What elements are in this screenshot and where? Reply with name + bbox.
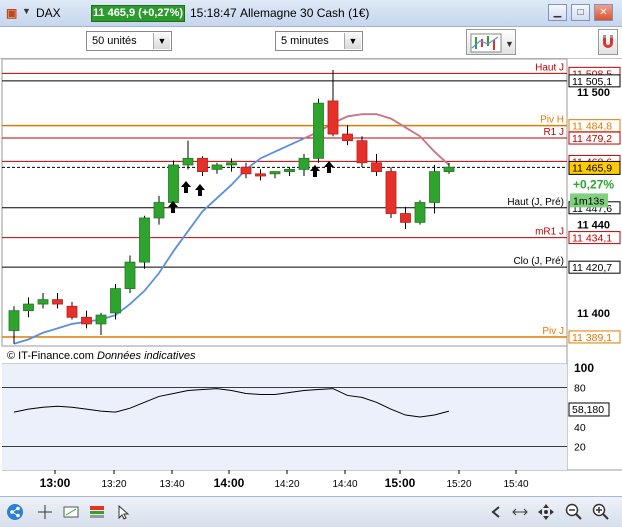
candle-body[interactable] bbox=[95, 314, 107, 325]
time-tick-label: 13:00 bbox=[40, 476, 71, 490]
level-value: 11 505,1 bbox=[572, 76, 612, 88]
candle-body[interactable] bbox=[139, 217, 150, 263]
candle-body[interactable] bbox=[124, 261, 136, 290]
time-tick-label: 15:20 bbox=[446, 479, 471, 490]
level-label: Haut J bbox=[535, 62, 564, 73]
candle-body[interactable] bbox=[414, 202, 426, 223]
candle-body[interactable] bbox=[8, 310, 20, 331]
share-icon[interactable] bbox=[6, 503, 24, 521]
level-value: 11 389,1 bbox=[572, 332, 612, 344]
oscillator-tick-label: 20 bbox=[574, 441, 586, 453]
level-label: mR1 J bbox=[535, 227, 564, 238]
level-value: 11 479,2 bbox=[572, 133, 612, 145]
candle-body[interactable] bbox=[153, 202, 165, 219]
candle-body[interactable] bbox=[226, 162, 237, 166]
level-value: 11 434,1 bbox=[572, 233, 612, 245]
oscillator-tick-label: 100 bbox=[574, 361, 594, 375]
level-value: 11 484,8 bbox=[572, 121, 612, 133]
level-label: Clo (J, Pré) bbox=[513, 256, 564, 267]
candle-body[interactable] bbox=[197, 157, 208, 172]
candle-body[interactable] bbox=[385, 171, 397, 214]
candle-body[interactable] bbox=[81, 316, 92, 325]
layout-icon[interactable] bbox=[88, 503, 106, 521]
scroll-left-icon[interactable] bbox=[487, 503, 505, 521]
watermark: © IT-Finance.com bbox=[7, 350, 94, 362]
time-tick-label: 14:40 bbox=[332, 479, 357, 490]
candle-body[interactable] bbox=[327, 100, 339, 135]
zoom-out-icon[interactable] bbox=[565, 503, 583, 521]
time-tick-label: 13:40 bbox=[159, 479, 184, 490]
level-label: Haut (J, Pré) bbox=[507, 197, 564, 208]
price-tick-label: 11 440 bbox=[577, 220, 610, 232]
candle-body[interactable] bbox=[23, 303, 34, 312]
price-tick-label: 11 500 bbox=[577, 87, 610, 99]
change-pct: +0,27% bbox=[573, 177, 614, 191]
candle-body[interactable] bbox=[429, 171, 440, 203]
candle-body[interactable] bbox=[371, 162, 382, 172]
price-chart[interactable]: 11 508,511 505,111 484,811 479,211 468,6… bbox=[0, 0, 622, 496]
time-tick-label: 14:00 bbox=[214, 476, 245, 490]
oscillator-tick-label: 80 bbox=[574, 383, 586, 395]
time-tick-label: 15:40 bbox=[503, 479, 528, 490]
candle-body[interactable] bbox=[443, 166, 455, 172]
status-bar bbox=[0, 496, 622, 527]
level-label: Piv H bbox=[540, 115, 564, 126]
candle-body[interactable] bbox=[66, 305, 78, 318]
candle-body[interactable] bbox=[110, 288, 121, 314]
candle-body[interactable] bbox=[240, 166, 252, 175]
candle-body[interactable] bbox=[52, 299, 63, 305]
oscillator-value: 58,180 bbox=[572, 404, 604, 416]
candle-body[interactable] bbox=[182, 157, 194, 166]
price-pane[interactable] bbox=[1, 58, 568, 347]
candle-body[interactable] bbox=[298, 157, 310, 170]
time-tick-label: 13:20 bbox=[101, 479, 126, 490]
price-tick-label: 11 400 bbox=[577, 308, 610, 320]
oscillator-tick-label: 40 bbox=[574, 422, 586, 434]
drawing-tools-icon[interactable] bbox=[62, 503, 80, 521]
pan-icon[interactable] bbox=[537, 503, 555, 521]
time-tick-label: 14:20 bbox=[274, 479, 299, 490]
candle-body[interactable] bbox=[400, 213, 411, 223]
zoom-in-icon[interactable] bbox=[592, 503, 610, 521]
cursor-icon[interactable] bbox=[114, 503, 132, 521]
zoom-fit-icon[interactable] bbox=[511, 503, 529, 521]
candle-body[interactable] bbox=[255, 173, 266, 177]
level-value: 11 420,7 bbox=[572, 262, 612, 274]
candle-body[interactable] bbox=[211, 164, 223, 170]
oscillator-pane[interactable] bbox=[2, 364, 567, 470]
candle-body[interactable] bbox=[313, 102, 324, 159]
candle-body[interactable] bbox=[168, 164, 179, 203]
candle-body[interactable] bbox=[342, 133, 353, 142]
candle-body[interactable] bbox=[356, 140, 368, 164]
candle-body[interactable] bbox=[284, 168, 295, 172]
candle-body[interactable] bbox=[37, 299, 49, 305]
time-tick-label: 15:00 bbox=[385, 476, 416, 490]
watermark-note: Données indicatives bbox=[97, 350, 196, 362]
candle-body[interactable] bbox=[269, 171, 281, 175]
crosshair-icon[interactable] bbox=[36, 503, 54, 521]
current-price: 11 465,9 bbox=[572, 162, 612, 174]
level-label: Piv J bbox=[542, 326, 564, 337]
level-label: R1 J bbox=[543, 127, 564, 138]
countdown: 1m13s bbox=[573, 195, 605, 207]
